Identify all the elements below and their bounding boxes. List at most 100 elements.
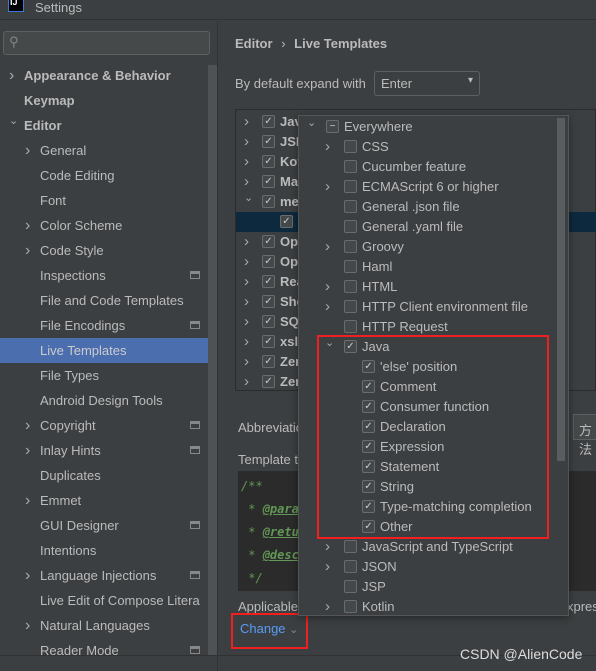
checkbox[interactable] — [344, 300, 357, 313]
checkbox[interactable] — [344, 600, 357, 613]
chevron-down-icon[interactable]: ⌄ — [244, 188, 253, 208]
checkbox[interactable]: ✓ — [262, 315, 275, 328]
chevron-right-icon[interactable]: › — [9, 63, 14, 88]
chevron-right-icon[interactable]: › — [244, 312, 249, 332]
chevron-right-icon[interactable]: › — [325, 537, 330, 557]
context-item[interactable]: › JSON — [299, 557, 557, 577]
sidebar-item[interactable]: › Natural Languages — [0, 613, 216, 638]
checkbox[interactable] — [344, 140, 357, 153]
chevron-right-icon[interactable]: › — [325, 177, 330, 197]
checkbox[interactable] — [344, 320, 357, 333]
chevron-right-icon[interactable]: › — [244, 252, 249, 272]
search-input[interactable]: ⚲ — [3, 31, 210, 55]
checkbox[interactable] — [344, 180, 357, 193]
checkbox[interactable]: ✓ — [262, 115, 275, 128]
chevron-right-icon[interactable]: › — [325, 137, 330, 157]
chevron-right-icon[interactable]: › — [25, 138, 30, 163]
context-item[interactable]: ⌄ − Everywhere — [299, 117, 557, 137]
abbreviation-input[interactable]: 方法 — [573, 414, 596, 457]
checkbox[interactable]: ✓ — [262, 295, 275, 308]
expand-select[interactable]: Enter ▾ — [374, 71, 480, 96]
checkbox[interactable] — [344, 240, 357, 253]
sidebar-item[interactable]: Keymap — [0, 88, 216, 113]
chevron-right-icon[interactable]: › — [25, 613, 30, 638]
context-item[interactable]: JSP — [299, 577, 557, 597]
chevron-right-icon[interactable]: › — [244, 132, 249, 152]
sidebar-item[interactable]: Android Design Tools — [0, 388, 216, 413]
chevron-down-icon[interactable]: ⌄ — [9, 109, 18, 134]
checkbox[interactable] — [344, 200, 357, 213]
context-item[interactable]: › Groovy — [299, 237, 557, 257]
chevron-right-icon[interactable]: › — [244, 352, 249, 372]
checkbox[interactable]: ✓ — [262, 275, 275, 288]
chevron-right-icon[interactable]: › — [244, 292, 249, 312]
chevron-right-icon[interactable]: › — [25, 213, 30, 238]
checkbox[interactable]: ✓ — [262, 235, 275, 248]
sidebar-item[interactable]: › Code Style — [0, 238, 216, 263]
breadcrumb-parent[interactable]: Editor — [235, 36, 273, 51]
checkbox[interactable] — [344, 220, 357, 233]
sidebar-item[interactable]: File and Code Templates — [0, 288, 216, 313]
chevron-right-icon[interactable]: › — [325, 597, 330, 617]
sidebar-item[interactable]: Intentions — [0, 538, 216, 563]
checkbox[interactable] — [344, 540, 357, 553]
sidebar-item[interactable]: Code Editing — [0, 163, 216, 188]
checkbox[interactable] — [344, 160, 357, 173]
checkbox[interactable]: ✓ — [262, 255, 275, 268]
chevron-right-icon[interactable]: › — [244, 152, 249, 172]
sidebar-item[interactable]: GUI Designer — [0, 513, 216, 538]
chevron-right-icon[interactable]: › — [25, 413, 30, 438]
sidebar-item[interactable]: › Color Scheme — [0, 213, 216, 238]
checkbox[interactable]: ✓ — [262, 195, 275, 208]
checkbox[interactable]: ✓ — [262, 335, 275, 348]
context-item[interactable]: General .json file — [299, 197, 557, 217]
chevron-right-icon[interactable]: › — [244, 232, 249, 252]
popup-scrollbar[interactable] — [557, 118, 565, 461]
sidebar-item[interactable]: › Copyright — [0, 413, 216, 438]
sidebar-item[interactable]: Live Templates — [0, 338, 216, 363]
chevron-right-icon[interactable]: › — [244, 272, 249, 292]
checkbox[interactable]: ✓ — [262, 135, 275, 148]
context-item[interactable]: HTTP Request — [299, 317, 557, 337]
chevron-right-icon[interactable]: › — [25, 488, 30, 513]
sidebar-item[interactable]: File Encodings — [0, 313, 216, 338]
sidebar-item[interactable]: Reader Mode — [0, 638, 216, 663]
context-item[interactable]: Haml — [299, 257, 557, 277]
sidebar-item[interactable]: › Appearance & Behavior — [0, 63, 216, 88]
context-item[interactable]: › JavaScript and TypeScript — [299, 537, 557, 557]
sidebar-item[interactable]: Live Edit of Compose Litera — [0, 588, 216, 613]
checkbox[interactable] — [344, 260, 357, 273]
sidebar-item[interactable]: Duplicates — [0, 463, 216, 488]
chevron-right-icon[interactable]: › — [244, 372, 249, 392]
context-item[interactable]: Cucumber feature — [299, 157, 557, 177]
chevron-down-icon[interactable]: ⌄ — [307, 113, 316, 133]
sidebar-item[interactable]: › Language Injections — [0, 563, 216, 588]
context-item[interactable]: › HTTP Client environment file — [299, 297, 557, 317]
checkbox[interactable]: ✓ — [280, 215, 293, 228]
checkbox[interactable]: ✓ — [262, 175, 275, 188]
sidebar-item[interactable]: File Types — [0, 363, 216, 388]
context-item[interactable]: › ECMAScript 6 or higher — [299, 177, 557, 197]
checkbox[interactable]: − — [326, 120, 339, 133]
checkbox[interactable]: ✓ — [262, 155, 275, 168]
sidebar-item[interactable]: › Inlay Hints — [0, 438, 216, 463]
checkbox[interactable] — [344, 560, 357, 573]
sidebar-scrollbar[interactable] — [208, 65, 217, 655]
chevron-right-icon[interactable]: › — [25, 238, 30, 263]
context-item[interactable]: › HTML — [299, 277, 557, 297]
context-item[interactable]: › Kotlin — [299, 597, 557, 617]
chevron-right-icon[interactable]: › — [244, 332, 249, 352]
context-item[interactable]: General .yaml file — [299, 217, 557, 237]
checkbox[interactable]: ✓ — [262, 375, 275, 388]
sidebar-item[interactable]: Font — [0, 188, 216, 213]
chevron-right-icon[interactable]: › — [244, 112, 249, 132]
context-item[interactable]: › CSS — [299, 137, 557, 157]
sidebar-item[interactable]: › General — [0, 138, 216, 163]
sidebar-item[interactable]: ⌄ Editor — [0, 113, 216, 138]
chevron-right-icon[interactable]: › — [325, 297, 330, 317]
chevron-right-icon[interactable]: › — [325, 277, 330, 297]
chevron-right-icon[interactable]: › — [325, 557, 330, 577]
chevron-right-icon[interactable]: › — [25, 563, 30, 588]
checkbox[interactable]: ✓ — [262, 355, 275, 368]
checkbox[interactable] — [344, 580, 357, 593]
